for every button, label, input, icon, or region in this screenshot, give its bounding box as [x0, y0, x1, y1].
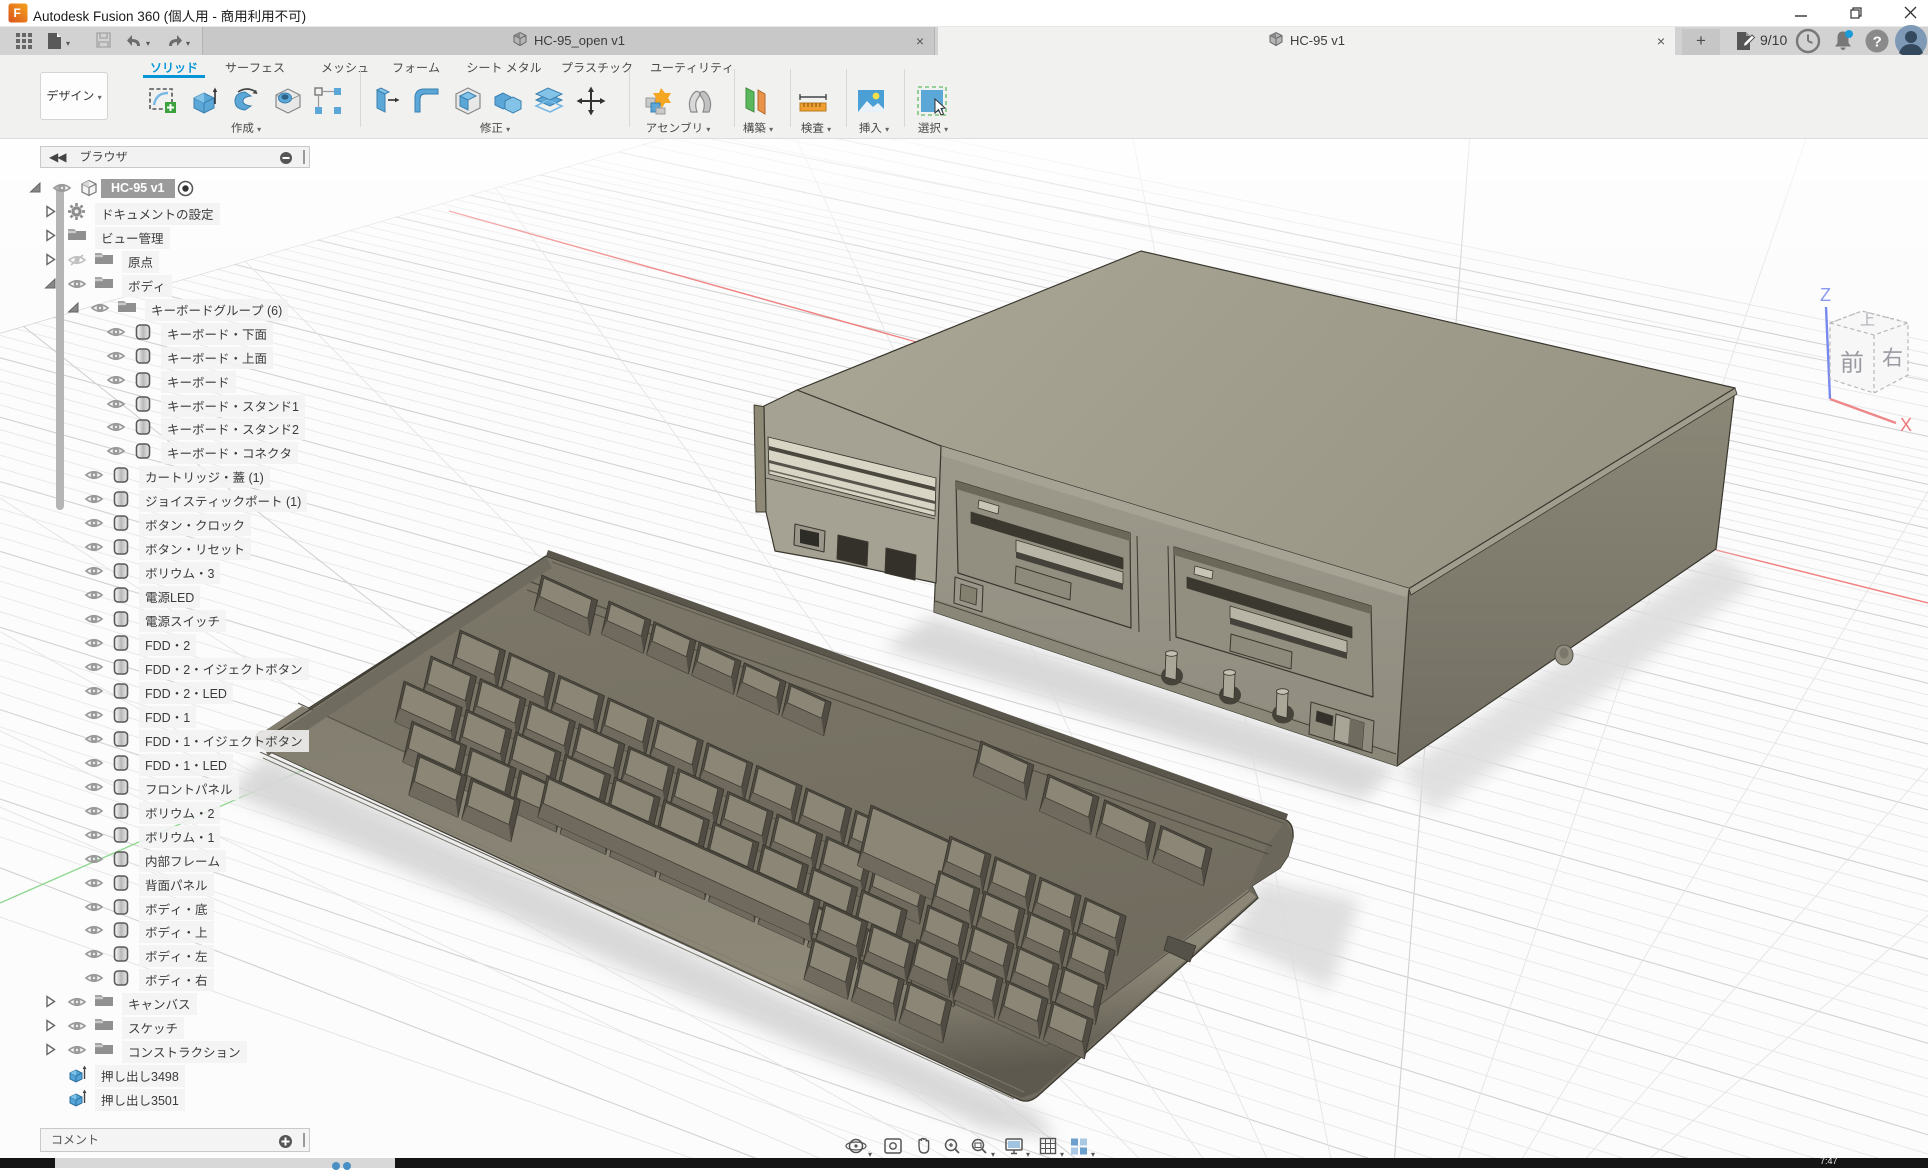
svg-text:F: F: [14, 6, 21, 20]
svg-text:前: 前: [1840, 343, 1864, 378]
svg-text:右: 右: [1882, 342, 1903, 372]
svg-text:?: ?: [1873, 33, 1882, 50]
svg-text:X: X: [1900, 415, 1912, 435]
svg-text:Z: Z: [1820, 285, 1831, 305]
svg-text:上: 上: [1860, 309, 1875, 330]
